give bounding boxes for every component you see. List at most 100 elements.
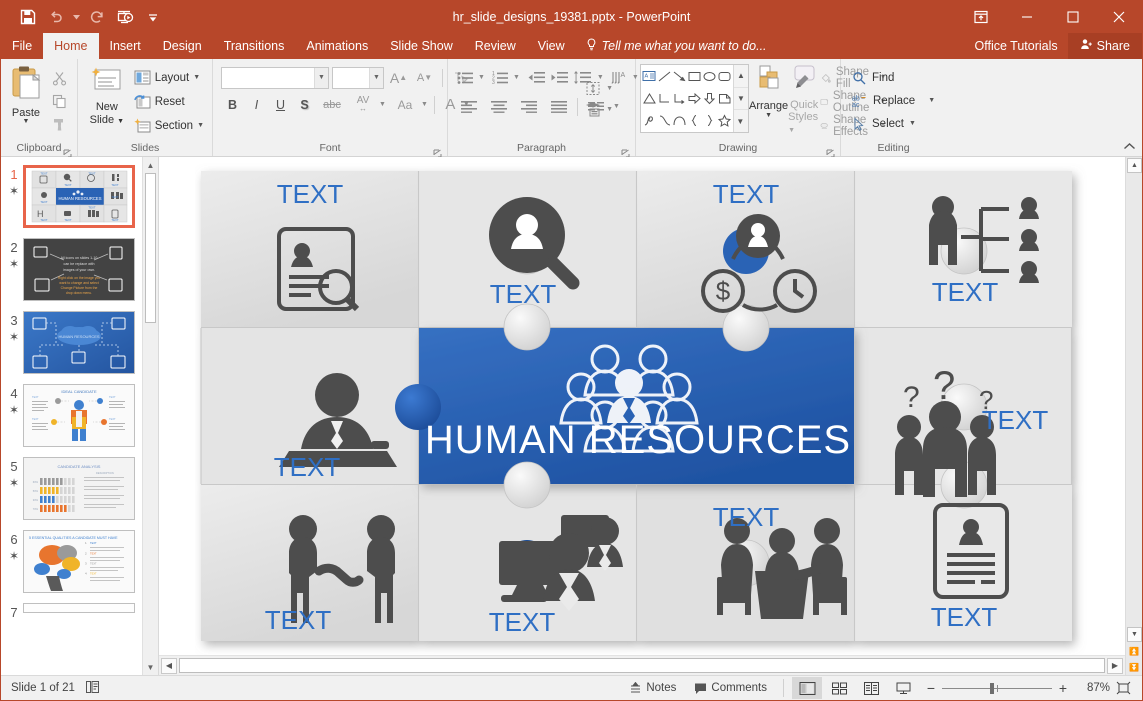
thumb-scroll-down-icon[interactable]: ▼ [143, 659, 158, 675]
tab-file[interactable]: File [1, 33, 43, 59]
notes-button[interactable]: Notes [621, 676, 684, 701]
shape-down-arrow-icon[interactable] [702, 88, 717, 110]
collapse-ribbon-icon[interactable] [1123, 142, 1136, 154]
share-button[interactable]: Share [1067, 33, 1142, 59]
slide-horizontal-scrollbar[interactable]: ◀ ▶ [159, 655, 1125, 675]
arrange-button[interactable]: Arrange ▼ [749, 64, 788, 119]
hscroll-handle[interactable] [179, 658, 1105, 673]
reading-view-button[interactable] [856, 677, 886, 699]
zoom-handle[interactable] [990, 682, 995, 694]
zoom-track[interactable] [942, 682, 1052, 694]
slide-indicator[interactable]: Slide 1 of 21 [11, 682, 75, 694]
office-tutorials-link[interactable]: Office Tutorials [965, 33, 1068, 59]
shape-rectangle-icon[interactable] [687, 66, 702, 88]
zoom-percentage[interactable]: 87% [1076, 682, 1110, 694]
quick-styles-button[interactable]: Quick Styles ▼ [788, 64, 820, 137]
previous-slide-icon[interactable]: ⏫ [1126, 643, 1142, 659]
shape-pentagon-icon[interactable] [717, 88, 732, 110]
slide-canvas[interactable]: $ ? ? ? TEXT TEXT TEXT TEXT TEXT TEXT TE… [195, 163, 1103, 655]
shape-line-icon[interactable] [657, 66, 672, 88]
tab-animations[interactable]: Animations [295, 33, 379, 59]
customize-qat-icon[interactable] [140, 4, 166, 30]
tab-transitions[interactable]: Transitions [213, 33, 296, 59]
shapes-scroll-down-icon[interactable]: ▼ [734, 88, 748, 111]
bold-button[interactable]: B [221, 93, 244, 116]
tab-home[interactable]: Home [43, 33, 99, 59]
shape-curve-icon[interactable] [657, 109, 672, 131]
redo-icon[interactable] [84, 4, 110, 30]
thumbnail-slide-4[interactable]: 4 ✶ IDEAL CANDIDATE TEXT TEXT TEXT TEXT [1, 380, 158, 453]
shape-left-brace-icon[interactable] [687, 109, 702, 131]
shape-scribble-icon[interactable] [642, 109, 657, 131]
paste-dropdown-icon[interactable]: ▼ [23, 118, 30, 125]
thumbnail-slide-7[interactable]: 7 [1, 599, 158, 628]
slide-sorter-view-button[interactable] [824, 677, 854, 699]
align-text-button[interactable]: ▼ [585, 81, 613, 96]
drawing-dialog-launcher[interactable] [826, 145, 836, 158]
normal-view-button[interactable] [792, 677, 822, 699]
shape-star-icon[interactable] [717, 109, 732, 131]
shapes-scroll-up-icon[interactable]: ▲ [734, 65, 748, 88]
reset-button[interactable]: Reset [131, 90, 207, 113]
align-right-button[interactable] [514, 95, 544, 118]
font-name-combo[interactable]: ▼ [221, 66, 329, 89]
shapes-gallery-scrollbar[interactable]: ▲ ▼ ▼ [733, 65, 748, 132]
change-case-button[interactable]: Aa [390, 93, 420, 116]
paragraph-dialog-launcher[interactable] [621, 145, 631, 158]
tab-design[interactable]: Design [152, 33, 213, 59]
clipboard-dialog-launcher[interactable] [63, 145, 73, 158]
tab-slide-show[interactable]: Slide Show [379, 33, 464, 59]
thumbnail-pane-scrollbar[interactable]: ▲ ▼ [142, 157, 158, 675]
character-spacing-button[interactable]: AV ↔ [348, 93, 378, 116]
section-button[interactable]: Section ▼ [131, 114, 207, 137]
zoom-out-button[interactable]: − [924, 680, 938, 696]
undo-dropdown-icon[interactable] [71, 4, 82, 30]
shape-elbow-connector-icon[interactable] [657, 88, 672, 110]
cut-icon[interactable] [46, 67, 72, 89]
minimize-icon[interactable] [1004, 1, 1050, 33]
font-name-dropdown-icon[interactable]: ▼ [314, 67, 328, 88]
replace-button[interactable]: ab ac Replace ▼ [849, 89, 938, 112]
fit-slide-to-window-icon[interactable] [1112, 678, 1134, 698]
justify-button[interactable] [544, 95, 574, 118]
maximize-icon[interactable] [1050, 1, 1096, 33]
thumbnail-slide-5[interactable]: 5 ✶ CANDIDATE ANALYSIS 60% 50% 30% 70% D… [1, 453, 158, 526]
tell-me-search[interactable]: Tell me what you want to do... [576, 33, 777, 59]
arrange-dropdown-icon[interactable]: ▼ [765, 112, 772, 119]
save-icon[interactable] [15, 4, 41, 30]
format-painter-icon[interactable] [46, 113, 72, 135]
shape-arrow-icon[interactable] [672, 66, 687, 88]
undo-icon[interactable] [43, 4, 69, 30]
layout-button[interactable]: Layout ▼ [131, 66, 207, 89]
thumbnail-slide-2[interactable]: 2 ✶ All icons on slides 1-10 can be repl… [1, 234, 158, 307]
slide-scroll-down-icon[interactable]: ▼ [1127, 627, 1142, 642]
align-center-button[interactable] [484, 95, 514, 118]
numbering-button[interactable]: 123 [489, 66, 512, 89]
paste-button[interactable]: Paste ▼ [6, 64, 46, 125]
notes-page-icon[interactable] [85, 680, 100, 697]
slide-vertical-scrollbar[interactable]: ▲ ▼ ⏫ ⏬ [1125, 157, 1142, 675]
increase-font-size-button[interactable]: A ▲ [387, 66, 410, 89]
close-icon[interactable] [1096, 1, 1142, 33]
slide-scroll-track[interactable] [1126, 174, 1142, 626]
shape-textbox-icon[interactable]: A [642, 66, 657, 88]
comments-button[interactable]: Comments [686, 676, 775, 701]
tab-view[interactable]: View [527, 33, 576, 59]
convert-to-smartart-button[interactable]: ▼ [585, 102, 613, 117]
slideshow-view-button[interactable] [888, 677, 918, 699]
tab-review[interactable]: Review [464, 33, 527, 59]
shape-right-brace-icon[interactable] [702, 109, 717, 131]
thumbnail-slide-6[interactable]: 6 ✶ 5 ESSENTIAL QUALITIES A CANDIDATE MU… [1, 526, 158, 599]
next-slide-icon[interactable]: ⏬ [1126, 659, 1142, 675]
zoom-slider[interactable]: − + [920, 680, 1074, 696]
italic-button[interactable]: I [245, 93, 268, 116]
text-shadow-button[interactable]: S [293, 93, 316, 116]
increase-indent-button[interactable] [548, 66, 571, 89]
thumbnail-slide-1[interactable]: 1 ✶ H HUMAN RESOURCES TEXT TEXT TEXT TEX… [1, 161, 158, 234]
shapes-gallery[interactable]: A ▲ ▼ ▼ [640, 64, 749, 133]
align-left-button[interactable] [454, 95, 484, 118]
copy-icon[interactable] [46, 90, 72, 112]
tab-insert[interactable]: Insert [99, 33, 152, 59]
shape-elbow-arrow-icon[interactable] [672, 88, 687, 110]
new-slide-button[interactable]: New Slide ▼ [83, 64, 131, 128]
